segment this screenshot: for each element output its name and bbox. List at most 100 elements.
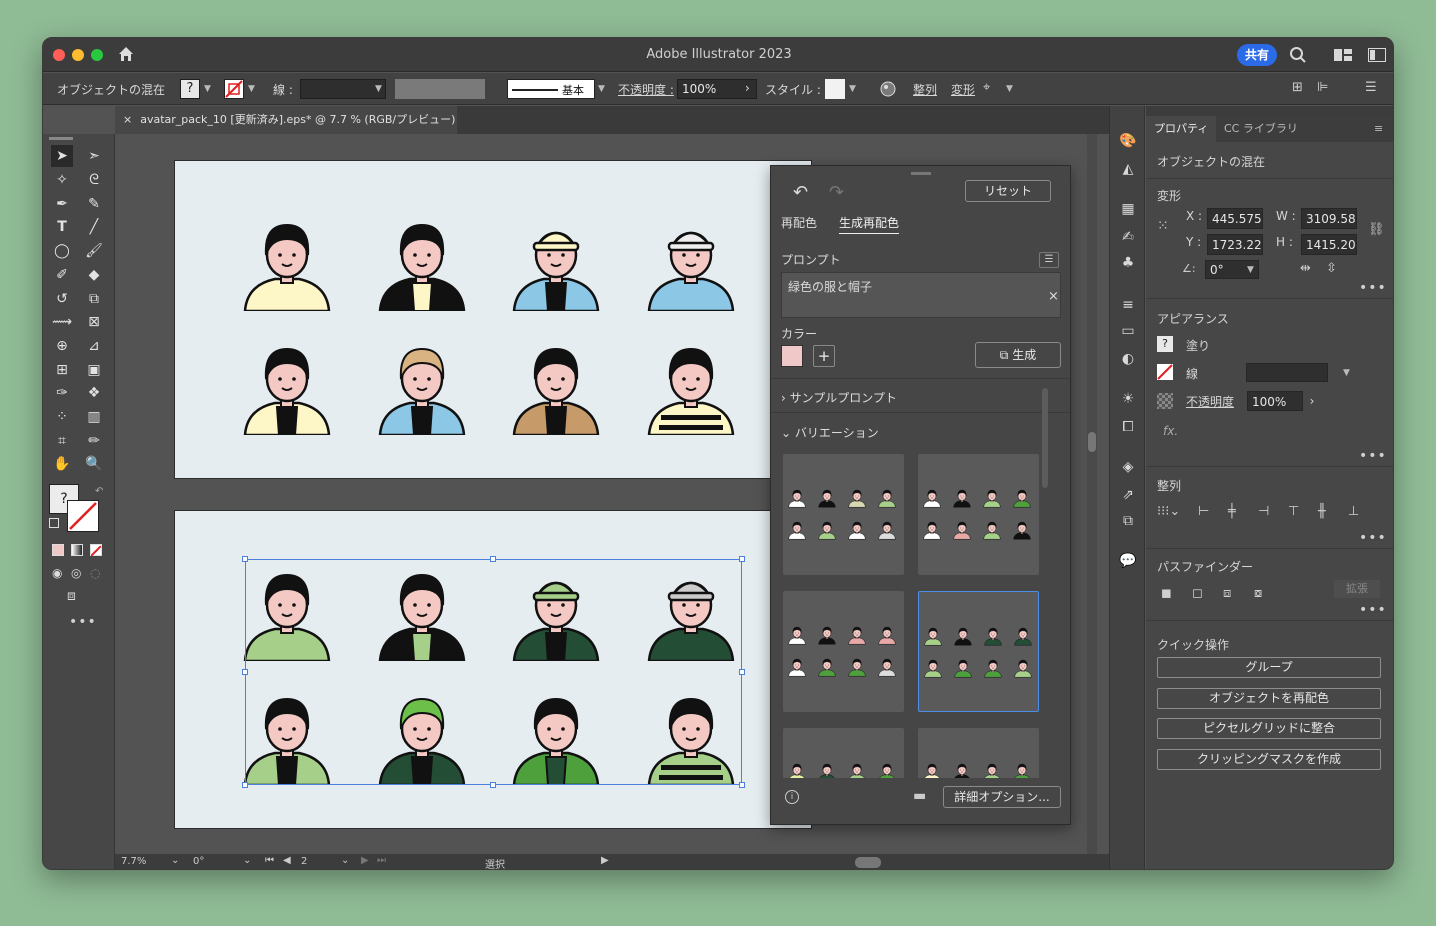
swap-colors-icon[interactable]: ↶: [95, 486, 103, 497]
tab-recolor[interactable]: 再配色: [781, 214, 817, 231]
transparency-icon[interactable]: ◐: [1119, 350, 1137, 368]
align-left-icon[interactable]: ⊢: [1198, 504, 1209, 519]
draw-inside-icon[interactable]: ◌: [90, 566, 100, 580]
chevron-right-icon[interactable]: ›: [1301, 391, 1323, 411]
minus-front-icon[interactable]: ◻: [1192, 586, 1203, 601]
first-artboard-icon[interactable]: ⏮: [265, 855, 274, 866]
more-options-icon[interactable]: •••: [1359, 280, 1387, 296]
curvature-tool-icon[interactable]: ✎: [83, 193, 105, 215]
more-options-icon[interactable]: •••: [1359, 602, 1387, 618]
line-tool-icon[interactable]: ╱: [83, 216, 105, 238]
variation-thumbnail-5[interactable]: [783, 728, 904, 778]
shaper-tool-icon[interactable]: ✐: [51, 264, 73, 286]
puppet-warp-icon[interactable]: ⌖: [983, 80, 990, 95]
variation-thumbnail-2[interactable]: [918, 454, 1039, 575]
paintbrush-tool-icon[interactable]: 🖌: [83, 240, 105, 262]
info-icon[interactable]: i: [785, 790, 799, 804]
variation-thumbnail-6[interactable]: [918, 728, 1039, 778]
color-guide-icon[interactable]: ◭: [1119, 160, 1137, 178]
selection-handle[interactable]: [242, 782, 248, 788]
chevron-down-icon[interactable]: ⌄: [243, 855, 251, 866]
distribute-icon[interactable]: ⊫: [1317, 80, 1328, 95]
zoom-tool-icon[interactable]: 🔍: [83, 453, 105, 475]
original-avatar-3[interactable]: [506, 209, 606, 313]
scale-tool-icon[interactable]: ⧉: [83, 288, 105, 310]
color-mode-icon[interactable]: [52, 544, 64, 556]
x-input[interactable]: 445.575: [1207, 208, 1263, 229]
artboard-recolored[interactable]: [174, 510, 812, 829]
edit-toolbar-icon[interactable]: •••: [69, 614, 97, 630]
original-avatar-7[interactable]: [506, 333, 606, 437]
gradient-mode-icon[interactable]: [71, 544, 83, 556]
chevron-down-icon[interactable]: ▼: [1006, 84, 1013, 94]
w-input[interactable]: 3109.58: [1301, 208, 1357, 229]
add-color-icon[interactable]: +: [813, 345, 835, 367]
stroke-weight-stepper[interactable]: [300, 79, 386, 99]
chevron-down-icon[interactable]: ▼: [375, 84, 382, 94]
original-avatar-4[interactable]: [641, 209, 741, 313]
color-swatch[interactable]: [781, 345, 803, 367]
draw-normal-icon[interactable]: ◉: [52, 566, 62, 580]
opacity-label[interactable]: 不透明度 :: [618, 81, 674, 98]
clear-prompt-icon[interactable]: ×: [1048, 289, 1059, 304]
color-palette-icon[interactable]: 🎨: [1119, 132, 1137, 150]
folder-icon[interactable]: ▬: [913, 788, 926, 804]
prompt-menu-icon[interactable]: ☰: [1039, 252, 1059, 268]
symbols-icon[interactable]: ♣: [1119, 254, 1137, 272]
search-icon[interactable]: [1289, 46, 1307, 67]
screen-mode-icon[interactable]: ⧈: [67, 588, 76, 604]
magic-wand-tool-icon[interactable]: ✧: [51, 169, 73, 191]
gradient-tool-icon[interactable]: ▣: [83, 359, 105, 381]
brushes-icon[interactable]: ✍: [1119, 228, 1137, 246]
intersect-icon[interactable]: ⧈: [1223, 586, 1231, 601]
chevron-down-icon[interactable]: ▼: [1247, 265, 1254, 275]
variations-scroll-thumb[interactable]: [1042, 388, 1048, 488]
asset-export-icon[interactable]: ⇗: [1119, 486, 1137, 504]
graphic-styles-icon[interactable]: ⧠: [1119, 418, 1137, 436]
variable-width-profile[interactable]: [395, 79, 485, 99]
selection-tool-icon[interactable]: ➤: [51, 145, 73, 167]
slice-tool-icon[interactable]: ✏: [83, 430, 105, 452]
chevron-down-icon[interactable]: ▼: [204, 84, 211, 94]
eraser-tool-icon[interactable]: ◆: [83, 264, 105, 286]
horizontal-scroll-thumb[interactable]: [855, 857, 881, 868]
fill-unknown-icon[interactable]: ?: [180, 79, 200, 99]
variation-thumbnail-3[interactable]: [783, 591, 904, 712]
stroke-none-icon[interactable]: [224, 79, 244, 99]
transform-label[interactable]: 変形: [951, 81, 975, 98]
document-tab[interactable]: × avatar_pack_10 [更新済み].eps* @ 7.7 % (RGB…: [115, 106, 457, 134]
panel-toggle-icon[interactable]: [1368, 48, 1386, 65]
align-to-pixel-grid-button[interactable]: ピクセルグリッドに整合: [1157, 718, 1381, 739]
layers-icon[interactable]: ◈: [1119, 458, 1137, 476]
panel-grip[interactable]: [911, 172, 931, 175]
artboards-icon[interactable]: ⧉: [1119, 512, 1137, 530]
hand-tool-icon[interactable]: ✋: [51, 453, 73, 475]
ellipse-tool-icon[interactable]: ◯: [51, 240, 73, 262]
tab-properties[interactable]: プロパティ: [1146, 116, 1216, 142]
reference-point-icon[interactable]: ⁙: [1157, 218, 1169, 234]
eyedropper-tool-icon[interactable]: ✑: [51, 382, 73, 404]
panel-menu-icon[interactable]: ≡: [1374, 116, 1383, 142]
chevron-right-icon[interactable]: ›: [745, 81, 750, 95]
reset-button[interactable]: リセット: [965, 180, 1051, 202]
width-tool-icon[interactable]: ⟿: [51, 311, 73, 333]
gradient-panel-icon[interactable]: ▭: [1119, 322, 1137, 340]
selection-handle[interactable]: [739, 669, 745, 675]
make-clipping-mask-button[interactable]: クリッピングマスクを作成: [1157, 749, 1381, 770]
workspace-layout-icon[interactable]: [1334, 48, 1352, 65]
fill-unknown-icon[interactable]: ?: [1157, 336, 1173, 352]
vertical-scroll-thumb[interactable]: [1088, 432, 1096, 452]
recolor-artwork-icon[interactable]: [879, 80, 897, 101]
opacity-label[interactable]: 不透明度: [1186, 393, 1234, 410]
variation-thumbnail-4[interactable]: [918, 591, 1039, 712]
prompt-input[interactable]: 緑色の服と帽子 ×: [781, 272, 1061, 318]
lasso-tool-icon[interactable]: ᘓ: [83, 169, 105, 191]
previous-artboard-icon[interactable]: ◀: [283, 855, 291, 866]
original-avatar-6[interactable]: [372, 333, 472, 437]
grid-icon[interactable]: ⊞: [1292, 80, 1303, 95]
mesh-tool-icon[interactable]: ⊞: [51, 359, 73, 381]
original-avatar-5[interactable]: [237, 333, 337, 437]
panel-menu-icon[interactable]: ☰: [1365, 80, 1377, 95]
type-tool-icon[interactable]: T: [51, 216, 73, 238]
brush-definition[interactable]: 基本: [507, 79, 595, 99]
